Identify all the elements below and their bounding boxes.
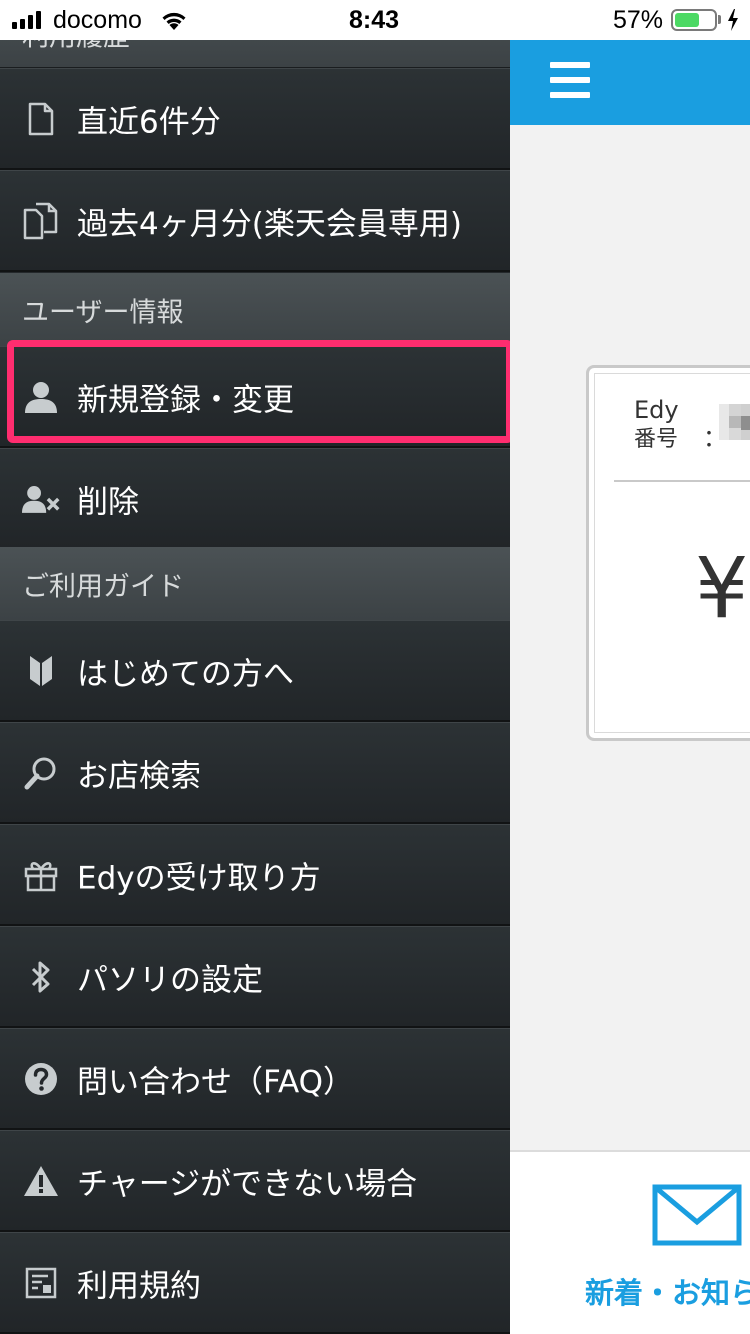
menu-item-label: 過去4ヶ月分(楽天会員専用): [77, 206, 462, 242]
menu-item-terms[interactable]: 利用規約: [0, 1232, 510, 1334]
bluetooth-icon: [22, 958, 60, 996]
edy-number-label: 番号: [634, 427, 679, 452]
menu-item-receive-edy[interactable]: Edyの受け取り方: [0, 824, 510, 926]
bottom-nav: 新着・お知らせ: [510, 1150, 750, 1334]
edy-label: Edy: [634, 396, 679, 424]
section-header-user-info: ユーザー情報: [0, 273, 510, 347]
menu-item-cannot-charge[interactable]: チャージができない場合: [0, 1130, 510, 1232]
carrier-name: docomo: [53, 6, 142, 34]
user-icon: [22, 378, 60, 416]
wifi-icon: [162, 12, 186, 30]
battery-level: [675, 13, 699, 27]
search-icon: [22, 754, 60, 792]
battery-tip: [718, 15, 721, 24]
beginner-mark-icon: [22, 652, 60, 690]
menu-item-label: パソリの設定: [77, 962, 263, 998]
menu-item-label: 新規登録・変更: [77, 382, 294, 418]
section-header-usage-history: 利用履歴: [0, 40, 510, 68]
clock: 8:43: [349, 6, 400, 34]
menu-item-register-change[interactable]: 新規登録・変更: [0, 346, 510, 448]
edy-card: Edy 番号 ： ¥: [586, 365, 750, 741]
hamburger-menu-icon[interactable]: [550, 62, 590, 98]
menu-item-faq[interactable]: 問い合わせ（FAQ）: [0, 1028, 510, 1130]
battery-icon: [671, 9, 717, 31]
menu-item-delete[interactable]: 削除: [0, 448, 510, 550]
charging-icon: [728, 9, 738, 31]
menu-item-label: チャージができない場合: [77, 1166, 418, 1202]
menu-item-label: Edyの受け取り方: [77, 860, 321, 896]
status-bar: docomo 8:43 57%: [0, 0, 750, 40]
menu-item-pasori-settings[interactable]: パソリの設定: [0, 926, 510, 1028]
terms-icon: [22, 1264, 60, 1302]
menu-item-label: 削除: [77, 484, 139, 520]
gift-icon: [22, 856, 60, 894]
section-label: ユーザー情報: [22, 297, 184, 328]
menu-item-label: 問い合わせ（FAQ）: [77, 1064, 355, 1100]
document-icon: [22, 100, 60, 138]
menu-item-label: 利用規約: [77, 1268, 201, 1304]
mail-icon[interactable]: [652, 1184, 742, 1246]
signal-strength-icon: [12, 11, 41, 29]
menu-item-past-4-months[interactable]: 過去4ヶ月分(楽天会員専用): [0, 170, 510, 272]
battery-percent: 57%: [613, 6, 664, 34]
menu-item-recent-6[interactable]: 直近6件分: [0, 68, 510, 170]
card-divider: [614, 480, 750, 482]
top-app-bar: [510, 40, 750, 125]
menu-item-store-search[interactable]: お店検索: [0, 722, 510, 824]
masked-edy-number: [719, 404, 750, 440]
main-screen: Edy 番号 ： ¥ 新着・お知らせ: [510, 40, 750, 1334]
question-icon: [22, 1060, 60, 1098]
menu-item-label: はじめての方へ: [77, 656, 294, 692]
menu-item-label: お店検索: [77, 758, 201, 794]
user-remove-icon: [22, 480, 60, 518]
documents-icon: [22, 202, 60, 240]
section-label: ご利用ガイド: [22, 571, 184, 602]
balance-currency: ¥: [695, 539, 749, 637]
menu-item-first-time[interactable]: はじめての方へ: [0, 620, 510, 722]
section-label: 利用履歴: [22, 40, 130, 54]
section-header-guide: ご利用ガイド: [0, 547, 510, 621]
side-drawer: 利用履歴 直近6件分 過去4ヶ月分(楽天会員専用) ユーザー情報 新規登録・変更…: [0, 40, 510, 1334]
menu-item-label: 直近6件分: [77, 104, 221, 140]
nav-news-label[interactable]: 新着・お知らせ: [585, 1270, 750, 1312]
warning-icon: [22, 1162, 60, 1200]
